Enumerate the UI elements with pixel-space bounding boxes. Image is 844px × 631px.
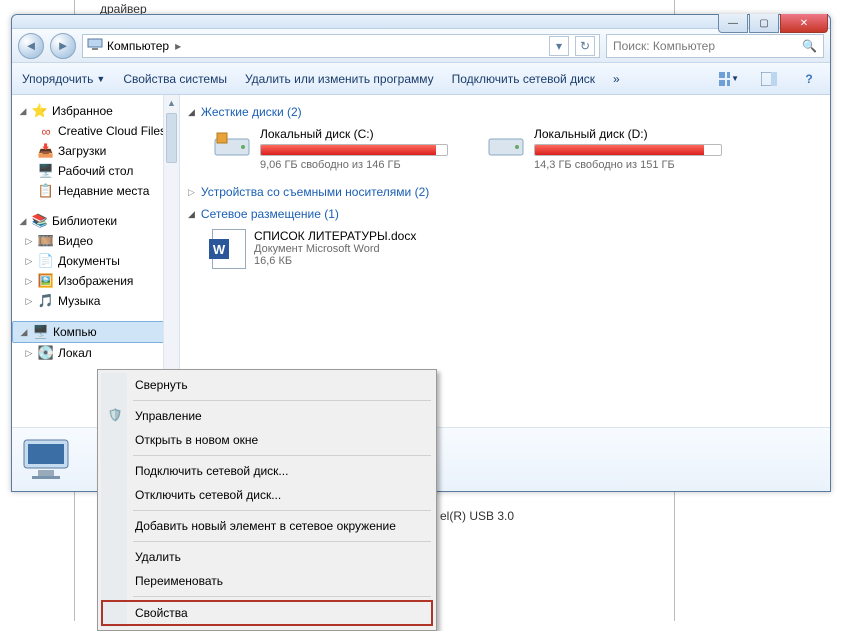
drive-icon [212, 127, 252, 161]
drive-c-name: Локальный диск (C:) [260, 127, 464, 141]
libraries-icon: 📚 [32, 213, 48, 229]
ctx-delete[interactable]: Удалить [101, 545, 433, 569]
computer-icon: 🖥️ [33, 324, 49, 340]
ctx-disconnect-network-drive[interactable]: Отключить сетевой диск... [101, 483, 433, 507]
toolbar-overflow[interactable]: » [613, 72, 620, 86]
file-size: 16,6 КБ [254, 255, 416, 267]
bg-text-usb: el(R) USB 3.0 [440, 509, 514, 523]
ctx-collapse[interactable]: Свернуть [101, 373, 433, 397]
pictures-icon: 🖼️ [38, 273, 54, 289]
favorites-group[interactable]: ◢ ⭐ Избранное [12, 101, 179, 121]
sidebar-item-documents[interactable]: ▷📄Документы [12, 251, 179, 271]
recent-icon: 📋 [38, 183, 54, 199]
close-button[interactable]: ✕ [780, 14, 828, 33]
video-icon: 🎞️ [38, 233, 54, 249]
cloud-icon: ∞ [38, 123, 54, 139]
category-removable[interactable]: ▷Устройства со съемными носителями (2) [188, 181, 822, 203]
sidebar-item-video[interactable]: ▷🎞️Видео [12, 231, 179, 251]
downloads-icon: 📥 [38, 143, 54, 159]
nav-row: ◄ ► Компьютер ▸ ▾ ↻ Поиск: Компьютер 🔍 [12, 29, 830, 63]
search-icon[interactable]: 🔍 [802, 39, 817, 53]
star-icon: ⭐ [32, 103, 48, 119]
scroll-up-button[interactable]: ▲ [164, 95, 179, 111]
sidebar-item-computer[interactable]: ◢ 🖥️ Компью [12, 321, 179, 343]
computer-icon [87, 36, 103, 55]
ctx-properties[interactable]: Свойства [101, 600, 433, 626]
network-file[interactable]: W СПИСОК ЛИТЕРАТУРЫ.docx Документ Micros… [188, 225, 822, 273]
back-button[interactable]: ◄ [18, 33, 44, 59]
refresh-button[interactable]: ↻ [575, 36, 595, 56]
drive-c-usage-bar [260, 144, 448, 156]
help-button[interactable]: ? [798, 68, 820, 90]
drive-icon: 💽 [38, 345, 54, 361]
sidebar-item-pictures[interactable]: ▷🖼️Изображения [12, 271, 179, 291]
preview-pane-button[interactable] [758, 68, 780, 90]
music-icon: 🎵 [38, 293, 54, 309]
search-input[interactable]: Поиск: Компьютер 🔍 [606, 34, 824, 58]
minimize-button[interactable]: — [718, 14, 748, 33]
file-name: СПИСОК ЛИТЕРАТУРЫ.docx [254, 229, 416, 243]
sidebar-item-downloads[interactable]: 📥Загрузки [12, 141, 179, 161]
favorites-label: Избранное [52, 104, 113, 118]
chevron-right-icon[interactable]: ▸ [175, 39, 181, 53]
libraries-group[interactable]: ◢ 📚 Библиотеки [12, 211, 179, 231]
sidebar-item-localdisk[interactable]: ▷💽Локал [12, 343, 179, 363]
category-hard-drives[interactable]: ◢Жесткие диски (2) [188, 101, 822, 123]
forward-button[interactable]: ► [50, 33, 76, 59]
breadcrumb-root[interactable]: Компьютер [107, 39, 169, 53]
maximize-button[interactable]: ▢ [749, 14, 779, 33]
address-dropdown-button[interactable]: ▾ [549, 36, 569, 56]
drive-c-freespace: 9,06 ГБ свободно из 146 ГБ [260, 159, 464, 171]
computer-label: Компью [53, 325, 97, 339]
drive-d[interactable]: Локальный диск (D:) 14,3 ГБ свободно из … [486, 127, 738, 171]
scroll-thumb[interactable] [166, 113, 177, 163]
search-placeholder: Поиск: Компьютер [613, 39, 715, 53]
system-properties-button[interactable]: Свойства системы [123, 72, 227, 86]
toolbar: Упорядочить▼ Свойства системы Удалить ил… [12, 63, 830, 95]
organize-menu[interactable]: Упорядочить▼ [22, 72, 105, 86]
computer-large-icon [20, 436, 74, 484]
category-network[interactable]: ◢Сетевое размещение (1) [188, 203, 822, 225]
uninstall-program-button[interactable]: Удалить или изменить программу [245, 72, 434, 86]
context-menu: Свернуть 🛡️ Управление Открыть в новом о… [97, 369, 437, 631]
ctx-manage[interactable]: 🛡️ Управление [101, 404, 433, 428]
file-type: Документ Microsoft Word [254, 243, 416, 255]
address-bar[interactable]: Компьютер ▸ ▾ ↻ [82, 34, 600, 58]
sidebar-item-music[interactable]: ▷🎵Музыка [12, 291, 179, 311]
view-options-button[interactable]: ▼ [718, 68, 740, 90]
titlebar[interactable]: — ▢ ✕ [12, 15, 830, 29]
shield-icon: 🛡️ [107, 407, 123, 423]
desktop-icon: 🖥️ [38, 163, 54, 179]
drive-d-name: Локальный диск (D:) [534, 127, 738, 141]
sidebar-item-recent[interactable]: 📋Недавние места [12, 181, 179, 201]
drive-d-usage-bar [534, 144, 722, 156]
sidebar-item-desktop[interactable]: 🖥️Рабочий стол [12, 161, 179, 181]
libraries-label: Библиотеки [52, 214, 117, 228]
ctx-open-new-window[interactable]: Открыть в новом окне [101, 428, 433, 452]
drive-d-freespace: 14,3 ГБ свободно из 151 ГБ [534, 159, 738, 171]
drive-c[interactable]: Локальный диск (C:) 9,06 ГБ свободно из … [212, 127, 464, 171]
ctx-rename[interactable]: Переименовать [101, 569, 433, 593]
sidebar-item-ccfiles[interactable]: ∞Creative Cloud Files [12, 121, 179, 141]
ctx-map-network-drive[interactable]: Подключить сетевой диск... [101, 459, 433, 483]
map-network-drive-button[interactable]: Подключить сетевой диск [452, 72, 595, 86]
ctx-add-network-place[interactable]: Добавить новый элемент в сетевое окружен… [101, 514, 433, 538]
word-document-icon: W [212, 229, 246, 269]
drive-icon [486, 127, 526, 161]
documents-icon: 📄 [38, 253, 54, 269]
